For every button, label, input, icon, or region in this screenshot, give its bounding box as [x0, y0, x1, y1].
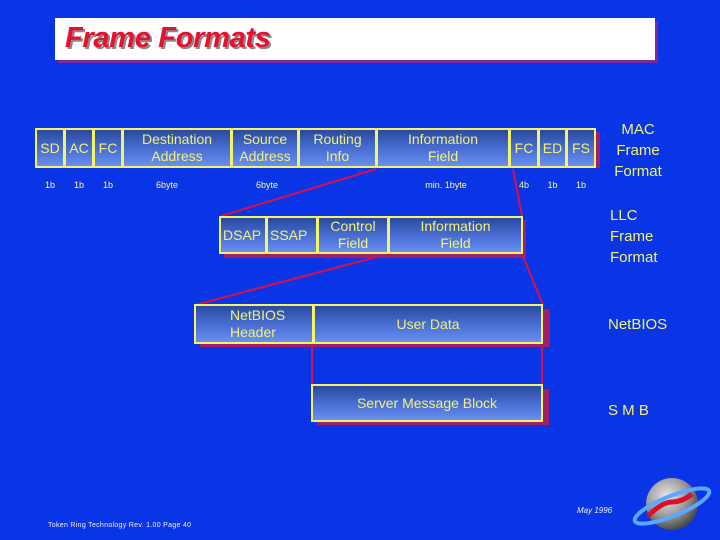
connector-mac-info-right	[512, 168, 523, 217]
mac-field-fcs: FC	[509, 128, 539, 168]
size-source-address: 6byte	[255, 180, 279, 190]
connector-llc-info-left	[194, 253, 389, 306]
size-fc: 1b	[102, 180, 113, 190]
mac-field-sd: SD	[35, 128, 65, 168]
size-fs: 1b	[575, 180, 586, 190]
mac-field-information: Information Field	[376, 128, 510, 168]
netbios-field-header: NetBIOS Header	[194, 304, 314, 344]
llc-frame-format-label: LLC Frame Format	[610, 207, 658, 266]
size-information: min. 1byte	[425, 180, 467, 190]
size-fcs: 4b	[518, 180, 529, 190]
footer-date: May 1996	[577, 506, 613, 515]
mac-field-ac: AC	[64, 128, 94, 168]
footer-text: Token Ring Technology Rev. 1.00 Page 40	[48, 522, 192, 529]
mac-field-source-address: Source Address	[231, 128, 299, 168]
size-ac: 1b	[73, 180, 84, 190]
llc-field-ssap: SSAP	[266, 216, 318, 254]
netbios-field-user-data: User Data	[313, 304, 543, 344]
mac-field-destination-address: Destination Address	[122, 128, 232, 168]
mac-field-routing-info: Routing Info	[298, 128, 377, 168]
connector-mac-info-left	[220, 168, 377, 217]
size-ed: 1b	[547, 180, 558, 190]
netbios-label: NetBIOS	[608, 316, 668, 333]
llc-field-dsap: DSAP	[219, 216, 267, 254]
smb-field-server-message-block: Server Message Block	[311, 384, 543, 422]
mac-frame-format-label: MAC Frame Format	[614, 121, 662, 180]
globe-ring-logo-icon	[632, 478, 712, 530]
mac-field-fc: FC	[93, 128, 123, 168]
connector-llc-info-right	[521, 253, 544, 306]
mac-field-fs: FS	[566, 128, 596, 168]
smb-label: S M B	[608, 402, 649, 419]
mac-field-ed: ED	[538, 128, 567, 168]
llc-field-control: Control Field	[317, 216, 389, 254]
connector-lines	[194, 168, 544, 385]
llc-field-information: Information Field	[388, 216, 523, 254]
size-sd: 1b	[44, 180, 55, 190]
size-destination-address: 6byte	[155, 180, 179, 190]
